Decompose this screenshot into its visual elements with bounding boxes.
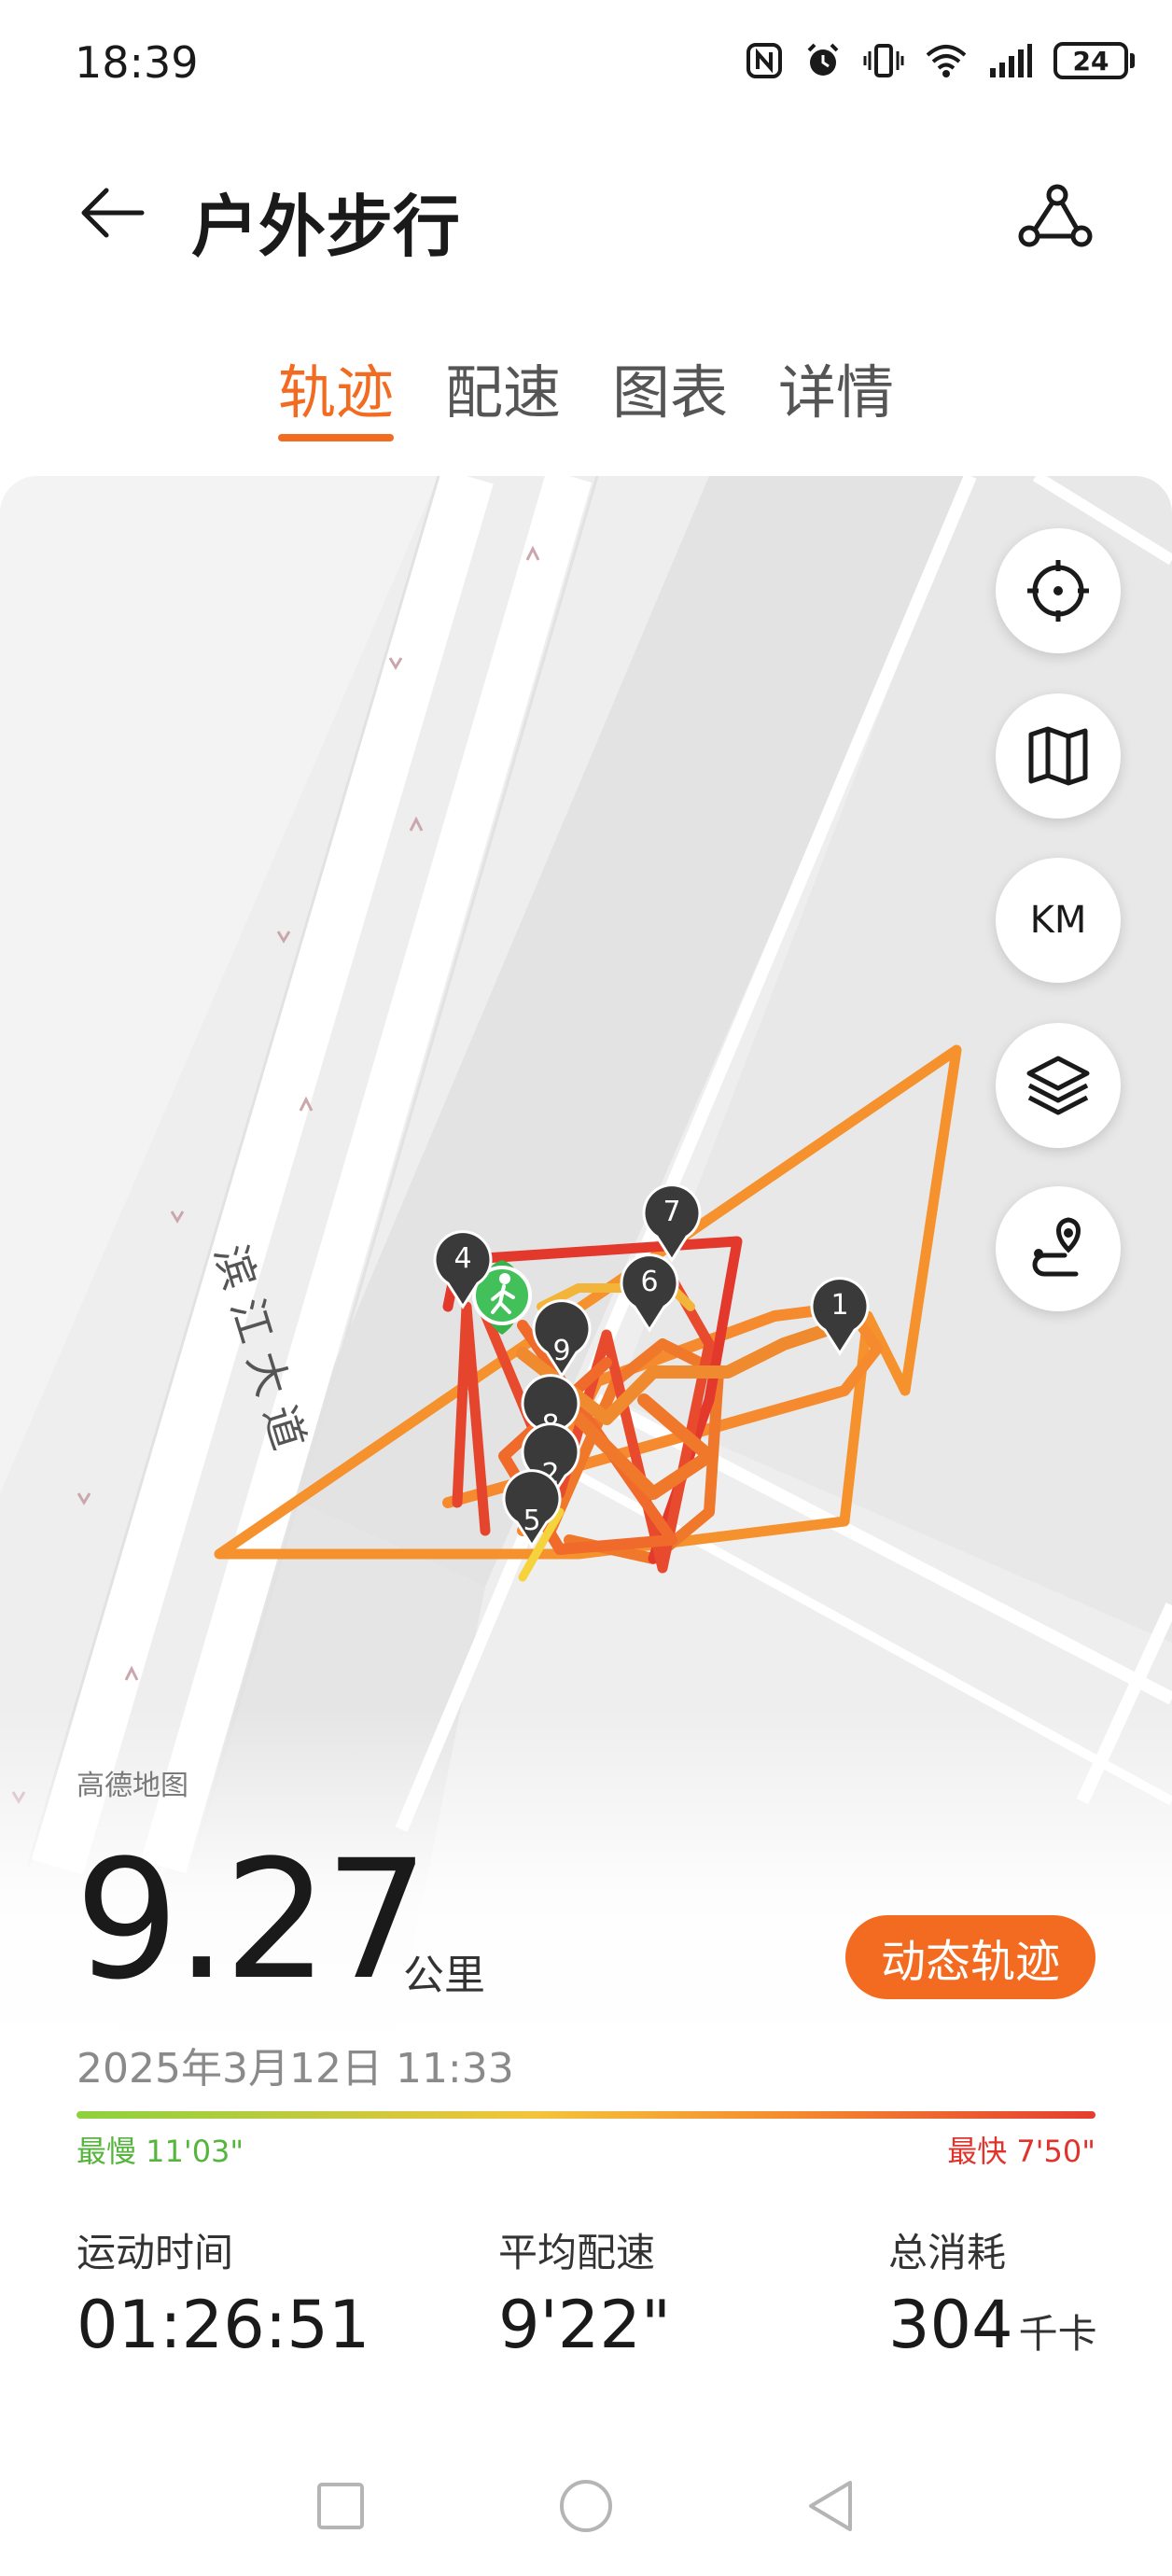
status-time: 18:39 bbox=[75, 37, 199, 88]
locate-button[interactable] bbox=[996, 528, 1121, 653]
home-button[interactable] bbox=[535, 2455, 637, 2557]
signal-icon bbox=[988, 42, 1033, 79]
svg-text:5: 5 bbox=[523, 1505, 540, 1537]
home-circle-icon bbox=[560, 2480, 612, 2532]
svg-text:4: 4 bbox=[453, 1242, 471, 1275]
svg-text:6: 6 bbox=[640, 1266, 658, 1298]
map-type-button[interactable] bbox=[996, 693, 1121, 819]
svg-text:1: 1 bbox=[830, 1289, 848, 1322]
tab-details[interactable]: 详情 bbox=[778, 345, 894, 429]
battery-level: 24 bbox=[1053, 42, 1128, 79]
workout-date: 2025年3月12日 11:33 bbox=[77, 2045, 514, 2093]
tab-pace[interactable]: 配速 bbox=[445, 345, 561, 429]
layers-button[interactable] bbox=[996, 1023, 1121, 1148]
route-share-icon bbox=[1018, 184, 1093, 247]
avg-pace-value: 9'22" bbox=[498, 2287, 672, 2363]
tab-bar: 轨迹 配速 图表 详情 bbox=[0, 345, 1172, 448]
status-bar: 18:39 24 bbox=[0, 0, 1172, 131]
avg-pace-label: 平均配速 bbox=[498, 2230, 656, 2275]
arrow-left-icon bbox=[81, 188, 145, 238]
km-toggle-button[interactable]: KM bbox=[996, 858, 1121, 983]
battery-icon: 24 bbox=[1053, 42, 1135, 79]
calories-unit: 千卡 bbox=[1018, 2311, 1097, 2357]
km-toggle-label: KM bbox=[1029, 899, 1087, 942]
svg-text:7: 7 bbox=[663, 1196, 680, 1228]
wifi-icon bbox=[925, 42, 968, 79]
svg-text:9: 9 bbox=[552, 1335, 570, 1367]
duration-value: 01:26:51 bbox=[77, 2287, 370, 2363]
system-nav-bar bbox=[0, 2455, 1172, 2576]
route-location-icon bbox=[1032, 1217, 1081, 1277]
back-button[interactable] bbox=[75, 175, 149, 250]
distance-unit: 公里 bbox=[403, 1952, 485, 1999]
dynamic-track-button[interactable]: 动态轨迹 bbox=[845, 1915, 1095, 1999]
nfc-icon bbox=[746, 42, 783, 79]
map-icon bbox=[1028, 726, 1088, 786]
route-share-button[interactable] bbox=[1013, 174, 1097, 258]
locate-icon bbox=[1027, 560, 1089, 622]
back-triangle-icon bbox=[809, 2481, 852, 2531]
distance-value: 9.27 bbox=[75, 1825, 429, 2016]
vibrate-icon bbox=[863, 42, 904, 79]
recents-square-icon bbox=[317, 2483, 364, 2529]
status-icons: 24 bbox=[746, 41, 1135, 80]
route-location-button[interactable] bbox=[996, 1186, 1121, 1311]
page-title: 户外步行 bbox=[191, 188, 461, 266]
recents-button[interactable] bbox=[289, 2455, 392, 2557]
calories-value: 304 千卡 bbox=[888, 2287, 1097, 2363]
pace-gradient-bar bbox=[77, 2111, 1095, 2119]
back-nav-button[interactable] bbox=[779, 2455, 882, 2557]
layers-icon bbox=[1026, 1056, 1090, 1115]
tab-indicator bbox=[278, 434, 394, 441]
alarm-icon bbox=[803, 41, 843, 80]
duration-label: 运动时间 bbox=[77, 2230, 234, 2275]
map-provider: 高德地图 bbox=[77, 1770, 188, 1802]
tab-chart[interactable]: 图表 bbox=[612, 345, 728, 429]
pace-slowest: 最慢 11'03" bbox=[77, 2134, 244, 2169]
header: 户外步行 bbox=[0, 159, 1172, 271]
pace-fastest: 最快 7'50" bbox=[947, 2134, 1095, 2169]
calories-label: 总消耗 bbox=[888, 2230, 1007, 2275]
tab-track[interactable]: 轨迹 bbox=[278, 345, 394, 429]
